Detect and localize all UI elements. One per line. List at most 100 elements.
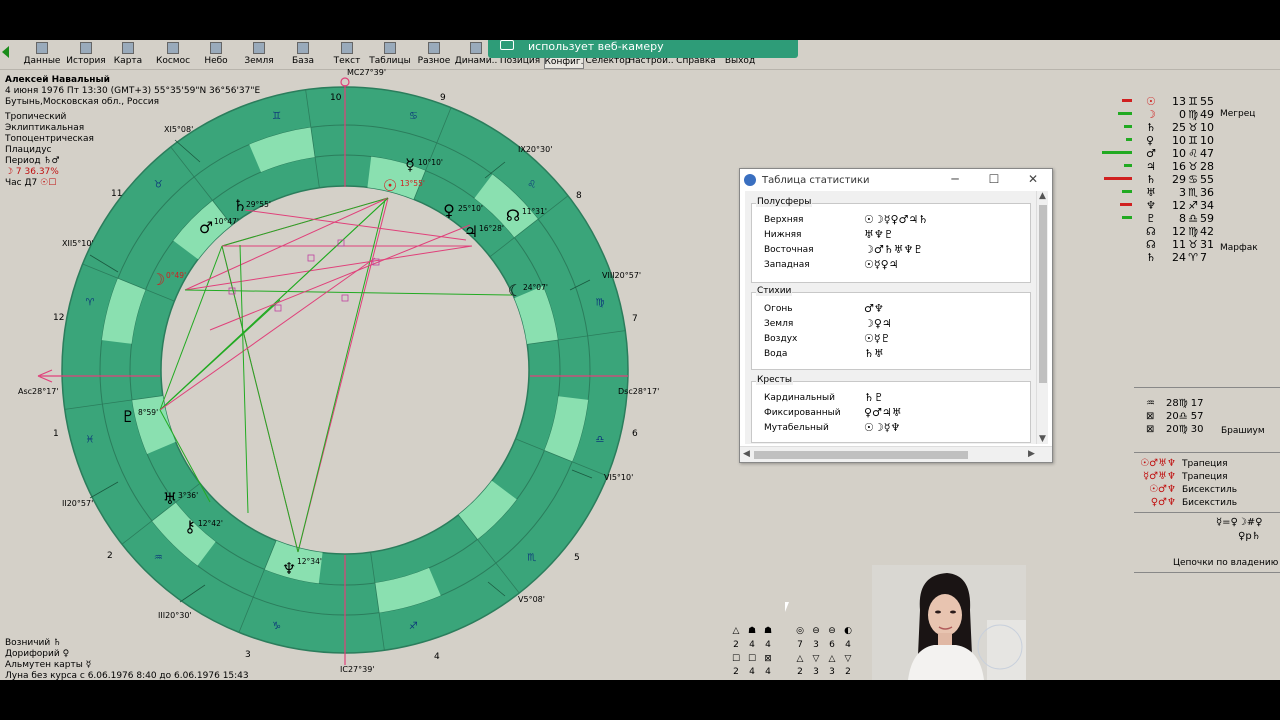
- planet-position-row[interactable]: ☽ 0 ♍ 49: [1146, 108, 1214, 121]
- grid-cell: ⊖: [812, 626, 820, 636]
- house-cusp-label: XI5°08': [164, 125, 193, 134]
- planet-position-row[interactable]: ☊ 11 ♉ 31: [1146, 238, 1214, 251]
- house-number: 4: [434, 652, 440, 662]
- aspect-figure-row[interactable]: ♀♂♆ Бисекстиль: [1134, 497, 1237, 508]
- statistics-title-bar[interactable]: Таблица статистики ─ ☐ ✕: [740, 169, 1052, 191]
- planet-glyph: ☉: [383, 176, 397, 195]
- point-symbol: ⊠: [1146, 424, 1155, 435]
- figure-symbols: ☉♂♅♆: [1140, 458, 1176, 469]
- position-degree: 24: [1172, 251, 1186, 264]
- house-cusp-label: VIII20°57': [602, 271, 641, 280]
- position-minutes: 28: [1200, 160, 1214, 173]
- statistics-horizontal-scrollbar[interactable]: ◀ ▶: [740, 446, 1052, 462]
- scroll-right-icon[interactable]: ▶: [1028, 449, 1035, 459]
- maximize-icon[interactable]: ☐: [979, 172, 1009, 186]
- statistics-window[interactable]: Таблица статистики ─ ☐ ✕ Полусферы Верхня…: [739, 168, 1053, 463]
- stats-row-label: Фиксированный: [764, 408, 841, 418]
- planet-position-row[interactable]: ☊ 12 ♍ 42: [1146, 225, 1214, 238]
- aspect-figure-row[interactable]: ☿♂♅♆ Трапеция: [1134, 471, 1228, 482]
- position-planet: ♇: [1146, 212, 1156, 225]
- position-minutes: 34: [1200, 199, 1214, 212]
- house-number: 3: [245, 650, 251, 660]
- position-sign: ♍: [1188, 225, 1198, 238]
- house-number: 5: [574, 553, 580, 563]
- planet-position-row[interactable]: ♀ 10 ♊ 10: [1146, 134, 1214, 147]
- point-degree: 28: [1166, 398, 1179, 409]
- point-degree: 20: [1166, 411, 1179, 422]
- charioteer-row: Возничий ♄: [5, 638, 61, 649]
- position-minutes: 55: [1200, 173, 1214, 186]
- close-icon[interactable]: ✕: [1018, 172, 1048, 186]
- point-position-row[interactable]: ⊠ 20♎ 57: [1146, 411, 1203, 422]
- rulership-chains-label[interactable]: Цепочки по владению: [1173, 558, 1278, 568]
- stats-row: Восточная ☽♂♄♅♆♇: [764, 243, 923, 256]
- grid-cell: ☗: [747, 626, 757, 636]
- aspect-figure-row[interactable]: ☉♂♅♆ Трапеция: [1134, 458, 1227, 469]
- house-number: 2: [107, 551, 113, 561]
- figure-symbols: ♀♂♆: [1150, 497, 1176, 508]
- grid-cell: 3: [813, 640, 819, 650]
- position-minutes: 42: [1200, 225, 1214, 238]
- fixed-star-label: Брашиум: [1221, 426, 1265, 436]
- ruler-formula: ☿=♀☽#♀: [1216, 517, 1263, 528]
- planet-position-row[interactable]: ☉ 13 ♊ 55: [1146, 95, 1214, 108]
- statistics-vertical-scrollbar[interactable]: ▲ ▼: [1036, 191, 1048, 444]
- grid-cell: △: [796, 654, 804, 664]
- strength-bar: [1124, 164, 1132, 167]
- planet-glyph: ♇: [121, 407, 135, 426]
- grid-cell: △: [828, 654, 836, 664]
- point-minutes: 57: [1190, 411, 1204, 422]
- planet-position-row[interactable]: ♃ 16 ♉ 28: [1146, 160, 1214, 173]
- planet-degree: 11°31': [522, 207, 547, 216]
- figure-symbols: ☿♂♅♆: [1142, 471, 1176, 482]
- planet-position-row[interactable]: ♇ 8 ♎ 59: [1146, 212, 1214, 225]
- position-planet: ♄: [1146, 173, 1156, 186]
- planet-position-row[interactable]: ♅ 3 ♏ 36: [1146, 186, 1214, 199]
- aspect-figure-row[interactable]: ☉♂♆ Бисекстиль: [1134, 484, 1237, 495]
- house-cusp-label: III20°30': [158, 611, 192, 620]
- zodiac-sign-glyph: ♋: [409, 111, 418, 122]
- figure-label: Трапеция: [1182, 472, 1228, 482]
- stats-row-symbols: ♄♅: [864, 347, 884, 360]
- doryphory-row: Дорифорий ♀: [5, 649, 69, 660]
- grid-cell: ⊠: [764, 654, 772, 664]
- position-planet: ♃: [1146, 160, 1156, 173]
- scroll-thumb[interactable]: [754, 451, 968, 459]
- strength-bar: [1122, 190, 1132, 193]
- position-planet: ♀: [1146, 134, 1155, 147]
- planet-position-row[interactable]: ♄ 29 ♋ 55: [1146, 173, 1214, 186]
- house-cusp-label: II20°57': [62, 499, 93, 508]
- point-position-row[interactable]: ♒ 28♍ 17: [1146, 398, 1203, 409]
- stats-row-symbols: ♀♂♃♅: [864, 406, 902, 419]
- position-minutes: 55: [1200, 95, 1214, 108]
- stats-row-label: Верхняя: [764, 215, 804, 225]
- angle-label: MC27°39': [347, 68, 386, 77]
- planet-degree: 0°49': [166, 271, 186, 280]
- minimize-icon[interactable]: ─: [940, 172, 970, 186]
- house-cusp-label: VI5°10': [604, 473, 633, 482]
- natal-chart-wheel[interactable]: ♊ ♋ ♌ ♍ ♎ ♏ ♐ ♑ ♒ ♓ ♈ ♉ MC27°39' IC27°39' Asc28°17' Dsc…: [0, 40, 700, 680]
- scroll-left-icon[interactable]: ◀: [743, 449, 750, 459]
- position-sign: ♎: [1188, 212, 1198, 225]
- point-position-row[interactable]: ⊠ 20♍ 30: [1146, 424, 1203, 435]
- scroll-thumb[interactable]: [1039, 205, 1047, 383]
- position-degree: 13: [1172, 95, 1186, 108]
- zodiac-sign-glyph: ♓: [86, 434, 95, 445]
- grid-cell: 2: [733, 640, 739, 650]
- stats-group: Стихии Огонь ♂♆ Земля ☽♀♃ Воздух ☉☿♇ Вода ♄♅: [751, 286, 1031, 370]
- position-minutes: 47: [1200, 147, 1214, 160]
- stats-row: Воздух ☉☿♇: [764, 332, 890, 345]
- planet-position-row[interactable]: ♄ 24 ♈ 7: [1146, 251, 1207, 264]
- planet-position-row[interactable]: ♂ 10 ♌ 47: [1146, 147, 1214, 160]
- grid-cell: ◐: [844, 626, 852, 636]
- planet-position-row[interactable]: ♆ 12 ♐ 34: [1146, 199, 1214, 212]
- point-symbol: ⊠: [1146, 411, 1155, 422]
- point-sign: ♍: [1178, 424, 1188, 435]
- scroll-down-icon[interactable]: ▼: [1039, 434, 1046, 444]
- separator: [1134, 452, 1280, 453]
- stats-row-symbols: ♅♆♇: [864, 228, 894, 241]
- statistics-content: Полусферы Верхняя ☉☽☿♀♂♃♄ Нижняя ♅♆♇ Восточна…: [745, 191, 1039, 444]
- planet-position-row[interactable]: ♄ 25 ♉ 10: [1146, 121, 1214, 134]
- position-sign: ♈: [1188, 251, 1198, 264]
- scroll-up-icon[interactable]: ▲: [1039, 191, 1046, 201]
